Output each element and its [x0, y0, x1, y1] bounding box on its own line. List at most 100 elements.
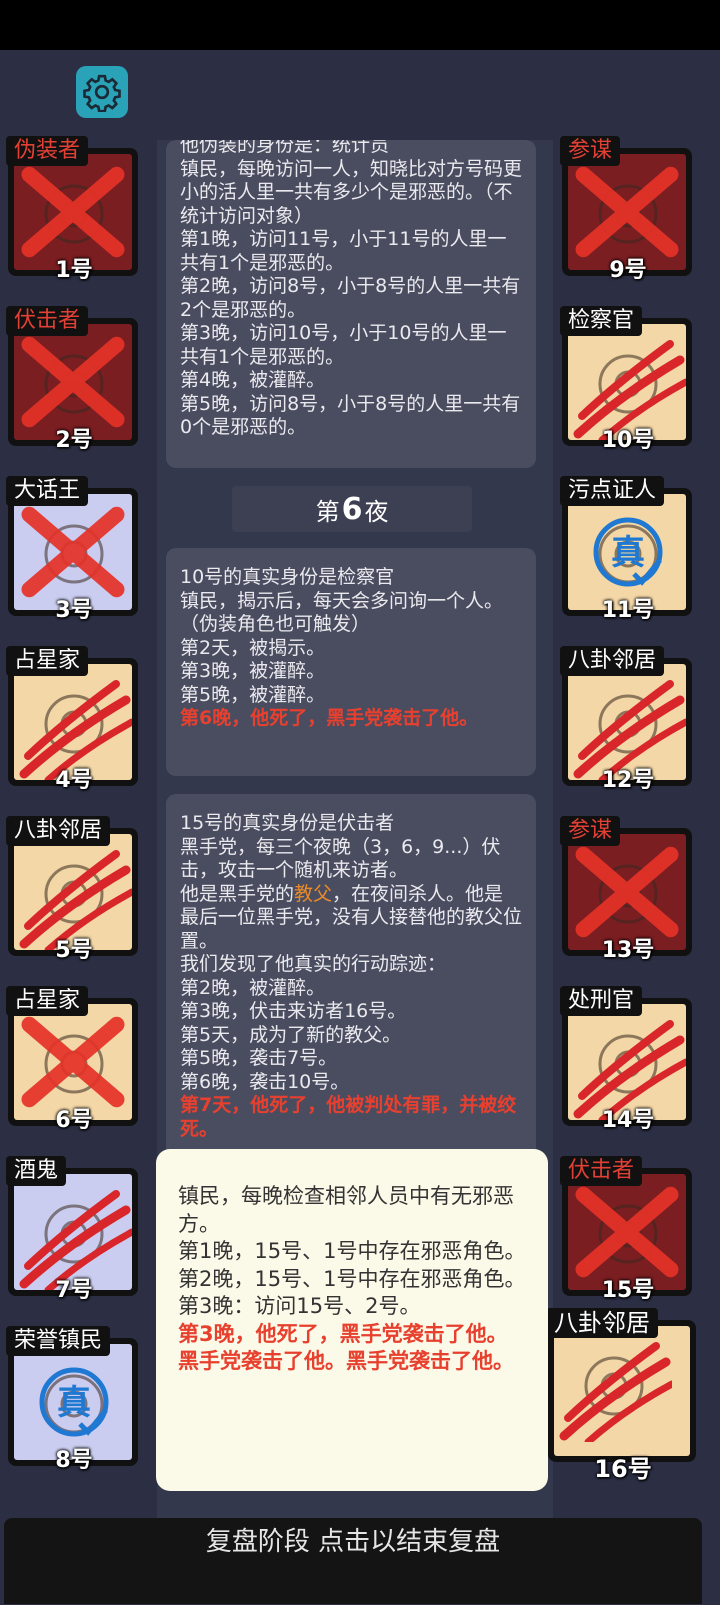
player-number: 4号 — [55, 768, 93, 793]
player-card[interactable]: 酒鬼 7号 — [6, 1156, 138, 1303]
player-card[interactable]: 大话王 3号 — [6, 476, 138, 623]
log-line: 镇民，揭示后，每天会多问询一个人。（伪装角色也可触发） — [180, 589, 504, 636]
detail-popup[interactable]: 镇民，每晚检查相邻人员中有无邪恶方。 第1晚，15号、1号中存在邪恶角色。 第2… — [156, 1149, 548, 1491]
end-review-button[interactable]: 复盘阶段 点击以结束复盘 — [4, 1518, 702, 1604]
log-line: 第5天，成为了新的教父。 — [180, 1023, 402, 1046]
role-name: 参谋 — [560, 816, 621, 846]
verified-true-badge-icon: 真 — [593, 517, 663, 587]
role-name: 荣誉镇民 — [6, 1326, 111, 1356]
role-name: 伏击者 — [560, 1156, 643, 1186]
popup-line: 镇民，每晚检查相邻人员中有无邪恶方。 — [178, 1184, 514, 1236]
gear-icon — [83, 74, 121, 112]
player-card[interactable]: 八卦邻居 12号 — [560, 646, 692, 793]
player-card[interactable]: 占星家 4号 — [6, 646, 138, 793]
role-name: 伪装者 — [6, 136, 89, 166]
log-line-death: 第6晚，他死了，黑手党袭击了他。 — [180, 707, 479, 729]
player-card[interactable]: 参谋 9号 — [560, 136, 692, 283]
log-line: 第4晚，被灌醉。 — [180, 369, 326, 391]
player-card[interactable]: 伪装者 1号 — [6, 136, 138, 283]
verified-true-badge-icon: 真 — [39, 1367, 109, 1437]
night-suffix: 夜 — [364, 497, 389, 526]
role-name: 八卦邻居 — [6, 816, 111, 846]
log-line: 黑手党，每三个夜晚（3，6，9...）伏击，攻击一个随机来访者。 — [180, 835, 501, 882]
log-line: 第5晚，袭击7号。 — [180, 1047, 338, 1069]
player-card[interactable]: 八卦邻居 5号 — [6, 816, 138, 963]
log-lines: 10号的真实身份是检察官 镇民，揭示后，每天会多问询一个人。（伪装角色也可触发）第… — [180, 566, 522, 731]
role-portrait — [554, 1326, 690, 1456]
godfather-keyword: 教父 — [294, 882, 333, 905]
player-number: 3号 — [55, 598, 93, 623]
log-line: 第2晚，被灌醉。 — [180, 976, 326, 999]
player-number: 16号 — [594, 1455, 652, 1483]
eliminated-x-icon — [575, 1186, 679, 1278]
role-name: 处刑官 — [560, 986, 643, 1016]
role-name: 参谋 — [560, 136, 621, 166]
night-number: 6 — [341, 491, 363, 527]
log-entry-player-10[interactable]: 10号的真实身份是检察官 镇民，揭示后，每天会多问询一个人。（伪装角色也可触发）第… — [166, 548, 536, 776]
log-line: 他伪装的身份是：统计员 — [180, 140, 390, 156]
log-line: 我们发现了他真实的行动踪迹： — [180, 953, 447, 975]
player-number: 10号 — [601, 428, 655, 453]
eliminated-x-icon — [21, 336, 125, 428]
player-number: 15号 — [601, 1278, 655, 1303]
player-number: 9号 — [609, 258, 647, 283]
log-entry-player-1[interactable]: 他伪装的身份是：统计员 镇民，每晚访问一人，知晓比对方号码更小的活人里一共有多少个… — [166, 140, 536, 468]
player-number: 14号 — [601, 1108, 655, 1133]
role-name: 检察官 — [560, 306, 643, 336]
eliminated-x-icon — [21, 166, 125, 258]
player-number: 6号 — [55, 1108, 93, 1133]
player-card[interactable]: 真 荣誉镇民 8号 — [6, 1326, 138, 1473]
role-name: 占星家 — [6, 646, 89, 676]
player-number: 13号 — [601, 938, 655, 963]
player-card[interactable]: 伏击者 15号 — [560, 1156, 692, 1303]
role-name: 八卦邻居 — [546, 1308, 658, 1338]
log-line: 镇民，每晚访问一人，知晓比对方号码更小的活人里一共有多少个是邪恶的。（不统计访问… — [180, 157, 523, 227]
claw-mark-icon — [559, 1342, 672, 1442]
log-line: 第3晚，伏击来访者16号。 — [180, 1000, 407, 1022]
role-name: 占星家 — [6, 986, 89, 1016]
player-card[interactable]: 参谋 13号 — [560, 816, 692, 963]
true-badge-text: 真 — [57, 1383, 91, 1423]
player-card[interactable]: 处刑官 14号 — [560, 986, 692, 1133]
true-badge-text: 真 — [611, 533, 645, 573]
eliminated-x-icon — [21, 1016, 125, 1108]
eliminated-x-icon — [575, 846, 679, 938]
log-line: 第5晚，访问8号，小于8号的人里一共有0个是邪恶的。 — [180, 392, 521, 439]
log-line: 第2晚，访问8号，小于8号的人里一共有2个是邪恶的。 — [180, 275, 521, 321]
player-number: 7号 — [55, 1278, 93, 1303]
log-line: 第3晚，访问10号，小于10号的人里一共有1个是邪恶的。 — [180, 322, 507, 368]
player-number: 2号 — [55, 428, 93, 453]
eliminated-x-icon — [575, 166, 679, 258]
log-line: 第3晚，被灌醉。 — [180, 660, 326, 682]
log-line: 第2天，被揭示。 — [180, 636, 326, 659]
settings-button[interactable] — [76, 66, 128, 118]
player-number: 5号 — [55, 938, 93, 963]
player-number: 1号 — [55, 258, 93, 283]
player-number: 11号 — [601, 598, 655, 623]
popup-line-death: 第3晚，他死了，黑手党袭击了他。黑手党袭击了他。黑手党袭击了他。 — [178, 1321, 514, 1374]
log-line: 第5晚，被灌醉。 — [180, 683, 326, 706]
eliminated-x-icon — [21, 506, 125, 598]
night-banner: 第6夜 — [232, 486, 472, 532]
player-card[interactable]: 伏击者 2号 — [6, 306, 138, 453]
role-name: 酒鬼 — [6, 1156, 67, 1186]
log-line: 15号的真实身份是伏击者 — [180, 812, 395, 834]
log-line: 第6晚，袭击10号。 — [180, 1070, 350, 1093]
status-bar — [0, 0, 720, 50]
player-card[interactable]: 八卦邻居 16号 — [546, 1308, 696, 1483]
night-prefix: 第 — [315, 497, 340, 526]
end-review-label: 复盘阶段 点击以结束复盘 — [205, 1527, 501, 1557]
player-card[interactable]: 检察官 10号 — [560, 306, 692, 453]
popup-line: 第2晚，15号、1号中存在邪恶角色。 — [178, 1266, 526, 1291]
player-number: 12号 — [601, 768, 655, 793]
log-line: 第1晚，访问11号，小于11号的人里一共有1个是邪恶的。 — [180, 228, 507, 274]
log-entry-player-15[interactable]: 15号的真实身份是伏击者 黑手党，每三个夜晚（3，6，9...）伏击，攻击一个随… — [166, 794, 536, 1164]
log-line: 他是黑手党的教父，在夜间杀人。他是最后一位黑手党，没有人接替他的教父位置。 — [180, 883, 522, 954]
popup-line: 第1晚，15号、1号中存在邪恶角色。 — [178, 1239, 526, 1263]
log-line: 10号的真实身份是检察官 — [180, 566, 395, 588]
log-lines: 他伪装的身份是：统计员 镇民，每晚访问一人，知晓比对方号码更小的活人里一共有多少个… — [180, 140, 522, 440]
player-card[interactable]: 真 污点证人 11号 — [560, 476, 692, 623]
log-line-death: 第7天，他死了，他被判处有罪，并被绞死。 — [180, 1094, 517, 1140]
player-card[interactable]: 占星家 6号 — [6, 986, 138, 1133]
role-name: 伏击者 — [6, 306, 89, 336]
